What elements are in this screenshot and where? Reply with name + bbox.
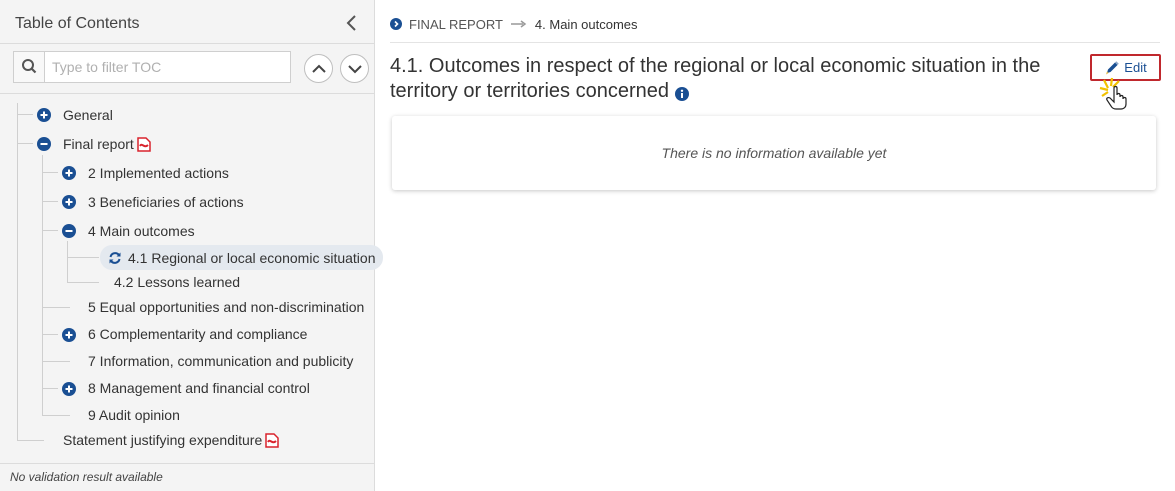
breadcrumb-current: 4. Main outcomes — [534, 16, 638, 32]
tree-line — [17, 114, 33, 115]
toc-item-label: 5 Equal opportunities and non-discrimina… — [88, 299, 365, 315]
tree-line — [42, 201, 58, 202]
tree-line — [42, 415, 70, 416]
tree-line — [42, 334, 58, 335]
toc-item-statement[interactable]: Statement justifying expenditure — [63, 428, 279, 452]
validation-status-text: No validation result available — [10, 470, 163, 484]
breadcrumb-root-link[interactable]: FINAL REPORT — [409, 17, 503, 32]
breadcrumb: FINAL REPORT 4. Main outcomes — [390, 14, 638, 34]
toc-item-label: 3 Beneficiaries of actions — [88, 194, 244, 210]
content-card: There is no information available yet — [392, 116, 1156, 190]
toc-item-label: Final report — [63, 136, 134, 152]
validation-status-bar: No validation result available — [0, 463, 374, 491]
toc-item-beneficiaries[interactable]: 3 Beneficiaries of actions — [88, 190, 244, 214]
hand-cursor-icon — [1098, 76, 1134, 110]
search-icon — [14, 52, 45, 82]
section-title-text: 4.1. Outcomes in respect of the regional… — [390, 55, 1041, 102]
expand-management-icon[interactable] — [62, 382, 76, 396]
toc-item-complementarity[interactable]: 6 Complementarity and compliance — [88, 322, 307, 346]
chevron-left-icon — [346, 15, 356, 31]
toc-item-regional-situation[interactable]: 4.1 Regional or local economic situation — [100, 245, 384, 270]
toc-item-label: 9 Audit opinion — [88, 407, 180, 423]
toc-item-implemented-actions[interactable]: 2 Implemented actions — [88, 161, 229, 185]
toc-item-audit-opinion[interactable]: 9 Audit opinion — [88, 403, 180, 427]
tree-line — [42, 307, 70, 308]
tree-line — [42, 361, 70, 362]
toc-header: Table of Contents — [0, 0, 374, 44]
toc-filter-input[interactable] — [46, 52, 290, 82]
pdf-icon[interactable] — [137, 136, 151, 152]
collapse-main-outcomes-icon[interactable] — [62, 224, 76, 238]
edit-button-label: Edit — [1124, 60, 1147, 75]
chevron-up-icon — [312, 64, 326, 73]
toc-item-label: 4.2 Lessons learned — [114, 274, 241, 290]
expand-beneficiaries-icon[interactable] — [62, 195, 76, 209]
toc-item-management[interactable]: 8 Management and financial control — [88, 376, 310, 400]
toc-tree: General Final report 2 Implemented actio… — [0, 95, 384, 460]
tree-line — [67, 282, 99, 283]
expand-implemented-actions-icon[interactable] — [62, 166, 76, 180]
toc-item-label: 4 Main outcomes — [88, 223, 195, 239]
toc-item-label: Statement justifying expenditure — [63, 432, 263, 448]
toc-item-label: 6 Complementarity and compliance — [88, 326, 308, 342]
expand-complementarity-icon[interactable] — [62, 328, 76, 342]
app-window: Table of Contents Type to filter TOC Gen… — [0, 0, 1175, 491]
tree-line — [42, 230, 58, 231]
chevron-down-icon — [348, 65, 362, 74]
toc-item-information[interactable]: 7 Information, communication and publici… — [88, 349, 353, 373]
collapse-final-report-icon[interactable] — [37, 137, 51, 151]
chevron-right-circle-icon — [390, 18, 402, 30]
tree-line — [17, 143, 33, 144]
divider — [390, 42, 1160, 43]
next-item-button[interactable] — [340, 54, 369, 83]
previous-item-button[interactable] — [304, 54, 333, 83]
toc-item-lessons-learned[interactable]: 4.2 Lessons learned — [114, 270, 240, 294]
toc-title: Table of Contents — [15, 15, 140, 32]
arrow-right-icon — [510, 20, 527, 28]
toc-filter-box — [13, 51, 291, 83]
section-title: 4.1. Outcomes in respect of the regional… — [390, 54, 1050, 104]
toc-item-label: 7 Information, communication and publici… — [88, 353, 354, 369]
toc-item-label: 4.1 Regional or local economic situation — [128, 249, 376, 266]
toc-item-main-outcomes[interactable]: 4 Main outcomes — [88, 219, 195, 243]
pencil-icon — [1106, 60, 1120, 74]
tree-line — [67, 241, 68, 282]
toc-item-equal-opportunities[interactable]: 5 Equal opportunities and non-discrimina… — [88, 295, 364, 319]
tree-line — [17, 103, 18, 440]
tree-line — [42, 172, 58, 173]
tree-line — [17, 440, 44, 441]
toc-item-general[interactable]: General — [63, 103, 113, 127]
toc-item-label: General — [63, 107, 113, 123]
toc-filter-row — [0, 44, 374, 94]
collapse-sidebar-button[interactable] — [342, 13, 362, 33]
tree-line — [67, 257, 99, 258]
refresh-icon — [108, 251, 122, 265]
toc-item-final-report[interactable]: Final report — [63, 132, 151, 156]
toc-item-label: 8 Management and financial control — [88, 380, 310, 396]
info-icon[interactable] — [674, 83, 689, 101]
tree-line — [42, 155, 43, 415]
toc-sidebar: Table of Contents Type to filter TOC Gen… — [0, 0, 384, 491]
expand-general-icon[interactable] — [37, 108, 51, 122]
tree-line — [42, 388, 58, 389]
empty-state-message: There is no information available yet — [661, 145, 887, 161]
main-panel: FINAL REPORT 4. Main outcomes 4.1. Outco… — [376, 0, 1175, 491]
pdf-icon[interactable] — [265, 432, 279, 448]
toc-item-label: 2 Implemented actions — [88, 165, 229, 181]
